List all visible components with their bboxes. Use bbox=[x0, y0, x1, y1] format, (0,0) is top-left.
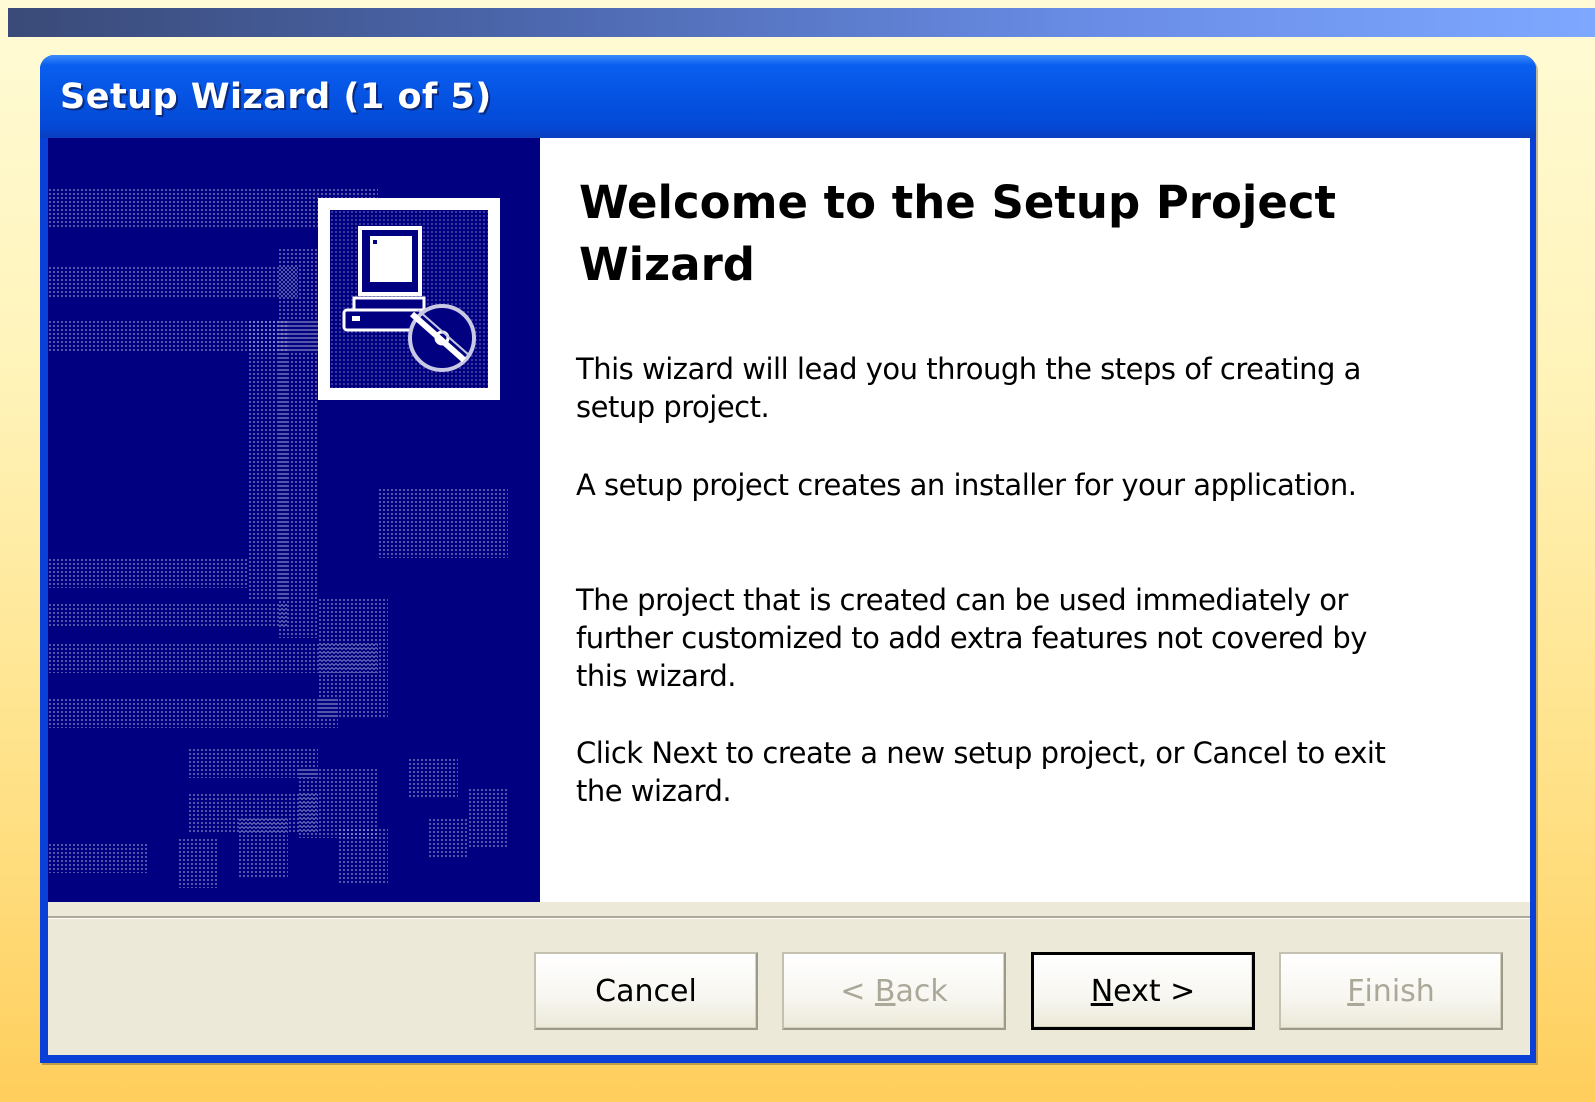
banner-pattern bbox=[48, 603, 288, 627]
banner-pattern bbox=[338, 828, 388, 883]
cancel-button-label: Cancel bbox=[595, 973, 697, 1009]
finish-button-mnemonic: F bbox=[1347, 973, 1365, 1009]
banner-pattern bbox=[48, 558, 248, 588]
intro-paragraph: This wizard will lead you through the st… bbox=[576, 352, 1361, 424]
banner-pattern bbox=[48, 698, 338, 728]
finish-button[interactable]: Finish bbox=[1279, 952, 1503, 1030]
banner-pattern bbox=[178, 838, 218, 888]
instructions-paragraph: Click Next to create a new setup project… bbox=[576, 736, 1386, 808]
button-area-divider bbox=[48, 902, 1530, 919]
next-button-label: ext > bbox=[1113, 973, 1196, 1009]
banner-pattern bbox=[428, 818, 468, 858]
wizard-icon-frame bbox=[318, 198, 500, 400]
wizard-client-area: Welcome to the Setup Project Wizard This… bbox=[48, 138, 1530, 1055]
welcome-heading: Welcome to the Setup Project Wizard bbox=[579, 176, 1337, 291]
banner-pattern bbox=[238, 818, 288, 878]
banner-pattern bbox=[278, 248, 318, 638]
window-titlebar[interactable]: Setup Wizard (1 of 5) bbox=[40, 55, 1536, 138]
banner-pattern bbox=[378, 488, 508, 558]
banner-pattern bbox=[468, 788, 508, 848]
setup-wizard-window: Setup Wizard (1 of 5) Welcome to the Set… bbox=[40, 55, 1536, 1063]
computer-with-cd-icon bbox=[330, 210, 488, 388]
cancel-button[interactable]: Cancel bbox=[534, 952, 758, 1030]
banner-pattern bbox=[48, 266, 298, 298]
back-button-prefix: < bbox=[840, 973, 875, 1009]
wizard-side-banner bbox=[48, 138, 540, 902]
slide-top-bar bbox=[8, 8, 1595, 37]
back-button-label: ack bbox=[895, 973, 948, 1009]
finish-button-label: inish bbox=[1364, 973, 1435, 1009]
next-button[interactable]: Next > bbox=[1031, 952, 1255, 1030]
banner-pattern bbox=[48, 843, 148, 873]
back-button[interactable]: < Back bbox=[782, 952, 1006, 1030]
window-title: Setup Wizard (1 of 5) bbox=[60, 77, 492, 117]
wizard-content-panel: Welcome to the Setup Project Wizard This… bbox=[540, 138, 1530, 902]
banner-pattern bbox=[408, 758, 458, 798]
next-button-mnemonic: N bbox=[1090, 973, 1114, 1009]
customization-paragraph: The project that is created can be used … bbox=[576, 583, 1367, 693]
back-button-mnemonic: B bbox=[874, 973, 896, 1009]
installer-paragraph: A setup project creates an installer for… bbox=[576, 468, 1357, 502]
